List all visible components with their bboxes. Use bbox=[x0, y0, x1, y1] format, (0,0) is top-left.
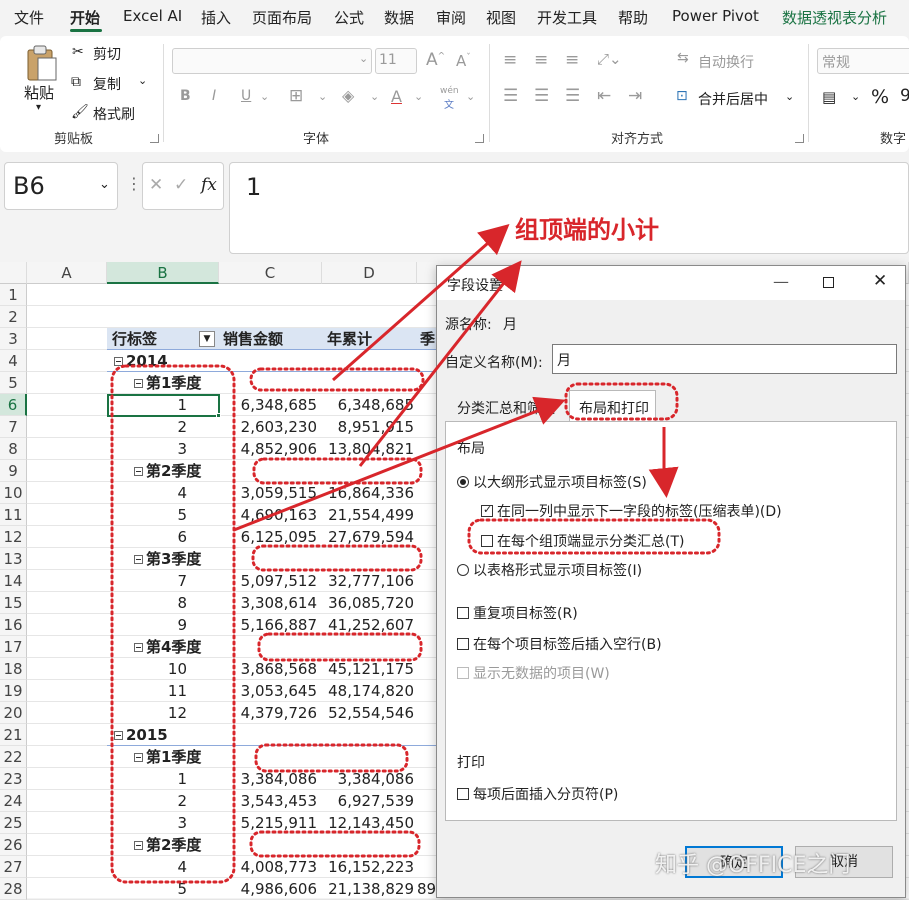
watermark: 知乎 @OFFICE之门 bbox=[655, 853, 851, 878]
arrow-to-callout bbox=[332, 224, 510, 382]
row-labels-highlight bbox=[110, 364, 236, 884]
subtotal-gap-q1-2015 bbox=[254, 743, 409, 773]
subtotal-gap-q1-2014 bbox=[249, 367, 425, 392]
annotation-overlay bbox=[110, 224, 721, 884]
subtotal-gap-q4-2014 bbox=[257, 632, 423, 662]
layout-tab-highlight bbox=[564, 382, 679, 421]
subtotal-gap-q2-2014 bbox=[252, 457, 423, 485]
annotation-callout: 组顶端的小计 bbox=[515, 216, 659, 244]
subtotal-gap-q3-2014 bbox=[251, 544, 423, 572]
subtotal-gap-q2-2015 bbox=[249, 830, 421, 858]
annotation-highlights bbox=[110, 364, 721, 884]
annotation-arrows bbox=[233, 224, 679, 532]
arrow-to-option bbox=[648, 427, 679, 498]
subtotal-option-highlight bbox=[467, 518, 721, 555]
arrow-to-callout-2 bbox=[358, 260, 522, 467]
